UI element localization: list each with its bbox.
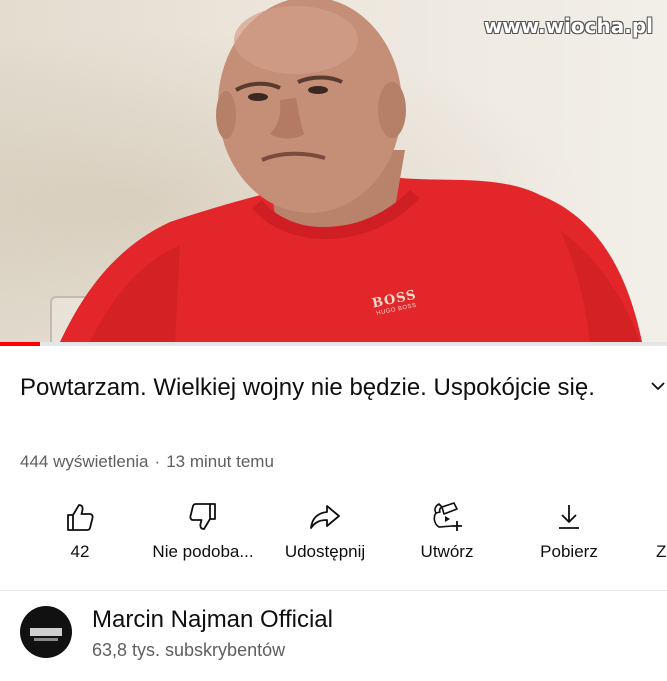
avatar-logo-bar <box>30 628 62 636</box>
thumbs-down-icon <box>189 503 216 530</box>
video-progress-bar[interactable] <box>0 342 667 346</box>
site-watermark: www.wiocha.pl <box>483 14 653 38</box>
create-icon <box>433 502 462 531</box>
video-title[interactable]: Powtarzam. Wielkiej wojny nie będzie. Us… <box>20 372 640 404</box>
dislike-label: Nie podoba... <box>152 542 254 561</box>
thumbs-up-icon <box>67 504 94 531</box>
more-action-label: Z <box>656 542 667 561</box>
more-action-button[interactable]: Z <box>656 496 667 572</box>
share-button[interactable]: Udostępnij <box>270 496 380 572</box>
share-icon <box>310 505 340 529</box>
section-divider <box>0 590 667 591</box>
more-icon <box>656 500 667 534</box>
view-count: 444 wyświetlenia <box>20 452 149 471</box>
video-progress-fill <box>0 342 41 346</box>
chevron-down-icon[interactable] <box>648 376 667 396</box>
avatar-logo-bar-small <box>34 638 58 641</box>
dislike-button[interactable]: Nie podoba... <box>138 496 268 572</box>
meta-separator: · <box>154 452 161 471</box>
download-icon <box>559 505 579 529</box>
share-label: Udostępnij <box>284 542 366 561</box>
like-button[interactable]: 42 <box>48 496 112 572</box>
video-frame-person <box>60 0 642 342</box>
video-meta: 444 wyświetlenia · 13 minut temu <box>20 452 274 472</box>
action-bar: 42 Nie podoba... Udostępnij Utwórz Pobie… <box>0 496 667 576</box>
video-player[interactable]: BOSS HUGO BOSS www.wiocha.pl <box>0 0 667 342</box>
download-label: Pobierz <box>540 542 598 561</box>
subscriber-count: 63,8 tys. subskrybentów <box>92 640 286 660</box>
channel-avatar[interactable] <box>20 606 72 658</box>
upload-time: 13 minut temu <box>166 452 274 471</box>
download-button[interactable]: Pobierz <box>526 496 612 572</box>
create-label: Utwórz <box>420 542 474 561</box>
like-count: 42 <box>70 542 90 561</box>
channel-name[interactable]: Marcin Najman Official <box>92 606 333 634</box>
create-button[interactable]: Utwórz <box>408 496 486 572</box>
